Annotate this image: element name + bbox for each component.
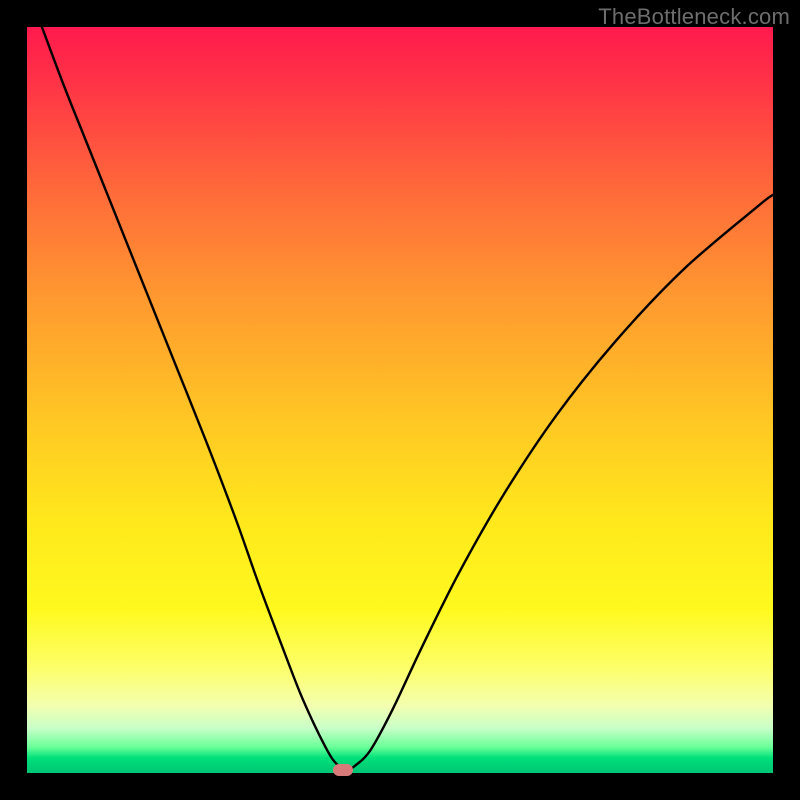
bottleneck-curve [27, 27, 773, 773]
optimal-marker [333, 764, 353, 776]
chart-frame: TheBottleneck.com [0, 0, 800, 800]
watermark-text: TheBottleneck.com [598, 4, 790, 30]
plot-area [27, 27, 773, 773]
curve-path [42, 27, 773, 769]
